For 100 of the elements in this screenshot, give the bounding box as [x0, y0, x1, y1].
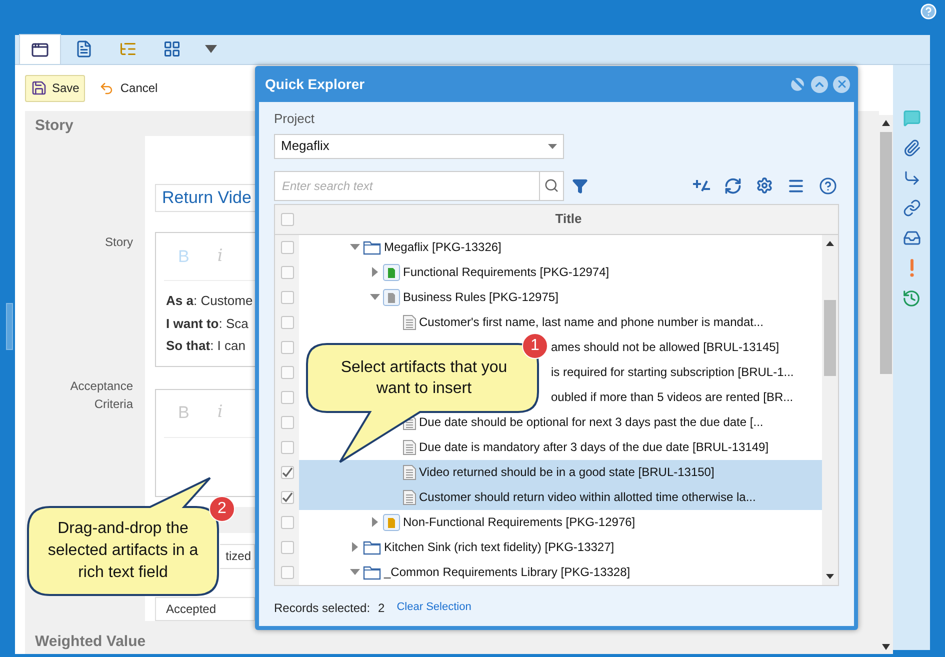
row-title: is required for starting subscription [BRUL-1...	[551, 364, 794, 381]
document-icon	[403, 464, 416, 480]
help-icon[interactable]	[819, 176, 837, 194]
dialog-title: Quick Explorer	[265, 74, 366, 94]
tree-row[interactable]: Customer's first name, last name and phone number is mandat...	[299, 310, 822, 334]
story-line: So that: I can	[166, 337, 246, 355]
view-tab[interactable]	[19, 34, 61, 64]
scroll-up-arrow-icon[interactable]	[882, 120, 890, 126]
folder-icon	[363, 540, 381, 554]
plus-minus-icon[interactable]	[693, 178, 710, 192]
row-title: _Common Requirements Library [PKG-13328]	[384, 564, 630, 581]
tree-row[interactable]: oubled if more than 5 videos are rented [BR...	[548, 384, 822, 410]
collapse-arrow-icon[interactable]	[350, 567, 360, 577]
clear-selection-link[interactable]: Clear Selection	[396, 599, 472, 616]
row-title: Customer's first name, last name and phone number is mandat...	[419, 314, 764, 331]
section-heading: Weighted Value	[34, 632, 147, 652]
comment-icon[interactable]	[902, 109, 920, 127]
scroll-up-arrow-icon[interactable]	[826, 240, 834, 246]
document-icon	[403, 490, 416, 504]
tree-row[interactable]: Customer should return video within allotted time otherwise la...	[299, 484, 822, 510]
scroll-thumb[interactable]	[880, 132, 892, 374]
section-heading: Story	[34, 116, 74, 136]
records-count: 2	[378, 600, 385, 616]
row-checkbox[interactable]	[280, 416, 294, 428]
scrollbar[interactable]	[822, 234, 838, 584]
row-checkbox[interactable]	[280, 212, 294, 226]
row-checkbox[interactable]	[280, 240, 294, 254]
row-checkbox[interactable]	[280, 316, 294, 328]
tray-icon[interactable]	[902, 229, 920, 247]
exclamation-icon[interactable]	[910, 259, 914, 277]
document-icon	[403, 440, 416, 454]
tree-row[interactable]: _Common Requirements Library [PKG-13328]	[299, 560, 822, 584]
row-title: ames should not be allowed [BRUL-13145]	[551, 339, 780, 356]
filter-icon[interactable]	[572, 178, 588, 194]
tree-row[interactable]: Non-Functional Requirements [PKG-12976]	[299, 510, 822, 534]
collapse-icon[interactable]	[811, 76, 828, 92]
scroll-down-arrow-icon[interactable]	[882, 644, 890, 650]
panel-handle[interactable]	[6, 303, 13, 350]
row-checkbox[interactable]	[280, 266, 294, 278]
field-label: Project	[274, 110, 316, 128]
caret-icon[interactable]	[548, 144, 557, 148]
close-icon[interactable]	[833, 76, 850, 92]
row-checkbox[interactable]	[280, 440, 294, 454]
refresh-icon[interactable]	[724, 176, 742, 194]
expand-arrow-icon[interactable]	[370, 267, 380, 277]
row-checkbox[interactable]	[280, 366, 294, 378]
story-line: I want to: Sca	[166, 314, 248, 332]
tree-row[interactable]: Business Rules [PKG-12975]	[299, 284, 822, 310]
tree-row[interactable]: Due date is mandatory after 3 days of the due date [BRUL-13149]	[299, 434, 822, 460]
field-label: Acceptance Criteria	[69, 378, 133, 413]
collapse-arrow-icon[interactable]	[370, 292, 380, 302]
project-select[interactable]: Megaflix	[274, 134, 564, 158]
dropdown-arrow-icon[interactable]	[205, 45, 217, 53]
scroll-thumb[interactable]	[824, 300, 836, 376]
tree-icon	[119, 40, 137, 58]
callout-text: Drag-and-drop the selected artifacts in a rich text field	[46, 519, 200, 583]
link-icon[interactable]	[902, 199, 920, 217]
story-line: As a: Custome	[166, 292, 253, 310]
row-title: Video returned should be in a good state [BRUL-13150]	[419, 464, 714, 481]
tree-row[interactable]: Functional Requirements [PKG-12974]	[299, 260, 822, 284]
form-icon	[31, 40, 49, 58]
collapse-arrow-icon[interactable]	[350, 242, 360, 252]
expand-arrow-icon[interactable]	[350, 542, 360, 552]
history-icon[interactable]	[902, 289, 921, 308]
row-title: oubled if more than 5 videos are rented [BR...	[551, 389, 794, 406]
row-checkbox[interactable]	[280, 340, 294, 354]
cancel-button[interactable]: Cancel	[99, 79, 158, 97]
row-checkbox[interactable]	[280, 466, 294, 478]
row-title: Customer should return video within allotted time otherwise la...	[419, 489, 756, 506]
save-button[interactable]: Save	[25, 74, 86, 102]
row-title: Due date is mandatory after 3 days of the due date [BRUL-13149]	[419, 439, 769, 456]
tree-row[interactable]: Kitchen Sink (rich text fidelity) [PKG-13327]	[299, 534, 822, 560]
row-title: Megaflix [PKG-13326]	[384, 239, 502, 256]
scroll-down-arrow-icon[interactable]	[826, 574, 834, 578]
row-checkbox[interactable]	[280, 540, 294, 554]
row-checkbox[interactable]	[280, 390, 294, 404]
undo-arrow-icon	[99, 80, 114, 96]
folder-icon	[363, 240, 381, 254]
expand-arrow-icon[interactable]	[370, 517, 380, 527]
folder-icon	[363, 564, 381, 580]
row-title: Business Rules [PKG-12975]	[403, 289, 558, 306]
row-checkbox[interactable]	[280, 566, 294, 578]
scrollbar[interactable]	[879, 115, 893, 654]
settings-icon[interactable]	[756, 177, 773, 194]
callout-text: Select artifacts that you want to insert	[340, 358, 508, 399]
search-icon[interactable]	[544, 178, 559, 193]
dropdown-field[interactable]: Accepted	[155, 596, 255, 620]
document-icon	[403, 314, 416, 330]
paperclip-icon[interactable]	[902, 139, 920, 157]
tree-row[interactable]: ames should not be allowed [BRUL-13145]	[548, 334, 822, 360]
row-checkbox[interactable]	[280, 516, 294, 528]
grid-icon	[163, 40, 181, 58]
row-title: Due date should be optional for next 3 days past the due date [...	[419, 414, 764, 431]
tree-row[interactable]: Video returned should be in a good state [BRUL-13150]	[299, 460, 822, 484]
document-icon	[75, 40, 93, 58]
row-checkbox[interactable]	[280, 290, 294, 304]
corner-arrow-icon[interactable]	[902, 169, 920, 187]
row-checkbox[interactable]	[280, 490, 294, 504]
tree-row[interactable]: Megaflix [PKG-13326]	[299, 234, 822, 260]
tree-row[interactable]: is required for starting subscription [BRUL-1...	[548, 360, 822, 384]
